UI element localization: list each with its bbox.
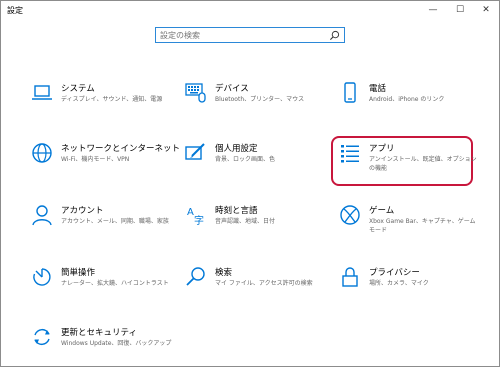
tile-system-name: システム <box>61 84 95 94</box>
tile-ease-of-access-desc: ナレーター、拡大鏡、ハイコントラスト <box>61 280 169 287</box>
update-icon <box>34 328 50 346</box>
tile-update-security[interactable]: 更新とセキュリティ Windows Update、回復、バックアップ <box>31 326 171 362</box>
person-icon <box>32 205 52 226</box>
tile-apps-desc: アンインストール、既定値、オプションの機能 <box>369 156 477 172</box>
tile-search[interactable]: 検索 マイ ファイル、アクセス許可の検索 <box>185 266 325 302</box>
tile-privacy-name: プライバシー <box>369 268 420 278</box>
tile-network-name: ネットワークとインターネット <box>61 144 181 154</box>
svg-text:A: A <box>187 207 194 218</box>
tile-network[interactable]: ネットワークとインターネット Wi-Fi、機内モード、VPN <box>31 142 180 178</box>
tile-update-security-name: 更新とセキュリティ <box>61 328 137 338</box>
tile-devices-name: デバイス <box>215 84 249 94</box>
tile-time-language[interactable]: A 字 時刻と言語 音声認識、地域、日付 <box>185 204 325 240</box>
tile-network-desc: Wi-Fi、機内モード、VPN <box>61 156 130 163</box>
tile-search-name: 検索 <box>215 268 233 278</box>
tile-devices-desc: Bluetooth、プリンター、マウス <box>215 96 305 103</box>
tile-phone-desc: Android、iPhone のリンク <box>369 96 445 103</box>
tile-update-security-desc: Windows Update、回復、バックアップ <box>61 340 172 347</box>
svg-text:字: 字 <box>194 214 204 226</box>
tile-time-language-desc: 音声認識、地域、日付 <box>215 218 276 225</box>
apps-list-icon <box>341 145 359 163</box>
search-input[interactable] <box>160 29 325 41</box>
search-box[interactable] <box>155 27 345 43</box>
tile-search-desc: マイ ファイル、アクセス許可の検索 <box>215 280 313 287</box>
tile-gaming-desc: Xbox Game Bar、キャプチャ、ゲーム モード <box>369 218 476 234</box>
tile-privacy[interactable]: プライバシー 場所、カメラ、マイク <box>339 266 479 302</box>
tile-time-language-name: 時刻と言語 <box>215 206 258 216</box>
lock-icon <box>342 267 358 287</box>
laptop-icon <box>32 85 52 100</box>
window-title: 設定 <box>7 6 23 15</box>
maximize-button[interactable]: ☐ <box>448 2 472 19</box>
tile-ease-of-access-name: 簡単操作 <box>61 268 96 278</box>
tile-personalization-name: 個人用設定 <box>215 144 258 154</box>
xbox-icon <box>340 205 360 225</box>
title-bar: 設定 — ☐ ✕ <box>1 1 499 19</box>
tile-devices[interactable]: デバイス Bluetooth、プリンター、マウス <box>185 82 325 118</box>
ease-of-access-icon <box>33 268 51 286</box>
tile-privacy-desc: 場所、カメラ、マイク <box>369 280 429 287</box>
tile-ease-of-access[interactable]: 簡単操作 ナレーター、拡大鏡、ハイコントラスト <box>31 266 171 302</box>
tile-phone[interactable]: 電話 Android、iPhone のリンク <box>339 82 479 118</box>
tile-gaming-name: ゲーム <box>369 206 395 216</box>
search-icon <box>186 267 205 286</box>
phone-icon <box>344 82 356 103</box>
personalization-icon <box>185 143 205 160</box>
tile-personalization-desc: 背景、ロック画面、色 <box>215 156 276 163</box>
minimize-button[interactable]: — <box>421 2 445 19</box>
time-language-icon: A 字 <box>187 207 204 226</box>
tile-accounts[interactable]: アカウント アカウント、メール、同期、職場、家族 <box>31 204 171 240</box>
tile-apps[interactable]: アプリ アンインストール、既定値、オプションの機能 <box>339 142 479 178</box>
tile-phone-name: 電話 <box>369 84 387 94</box>
tile-accounts-name: アカウント <box>61 206 104 216</box>
tile-system[interactable]: システム ディスプレイ、サウンド、通知、電源 <box>31 82 171 118</box>
tile-system-desc: ディスプレイ、サウンド、通知、電源 <box>61 96 163 103</box>
globe-icon <box>32 143 52 163</box>
tile-accounts-desc: アカウント、メール、同期、職場、家族 <box>61 218 169 225</box>
tile-personalization[interactable]: 個人用設定 背景、ロック画面、色 <box>185 142 325 178</box>
keyboard-icon <box>185 83 206 103</box>
close-button[interactable]: ✕ <box>474 2 498 19</box>
search-icon[interactable] <box>329 30 340 41</box>
tile-gaming[interactable]: ゲーム Xbox Game Bar、キャプチャ、ゲーム モード <box>339 204 479 240</box>
tile-apps-name: アプリ <box>369 144 395 154</box>
